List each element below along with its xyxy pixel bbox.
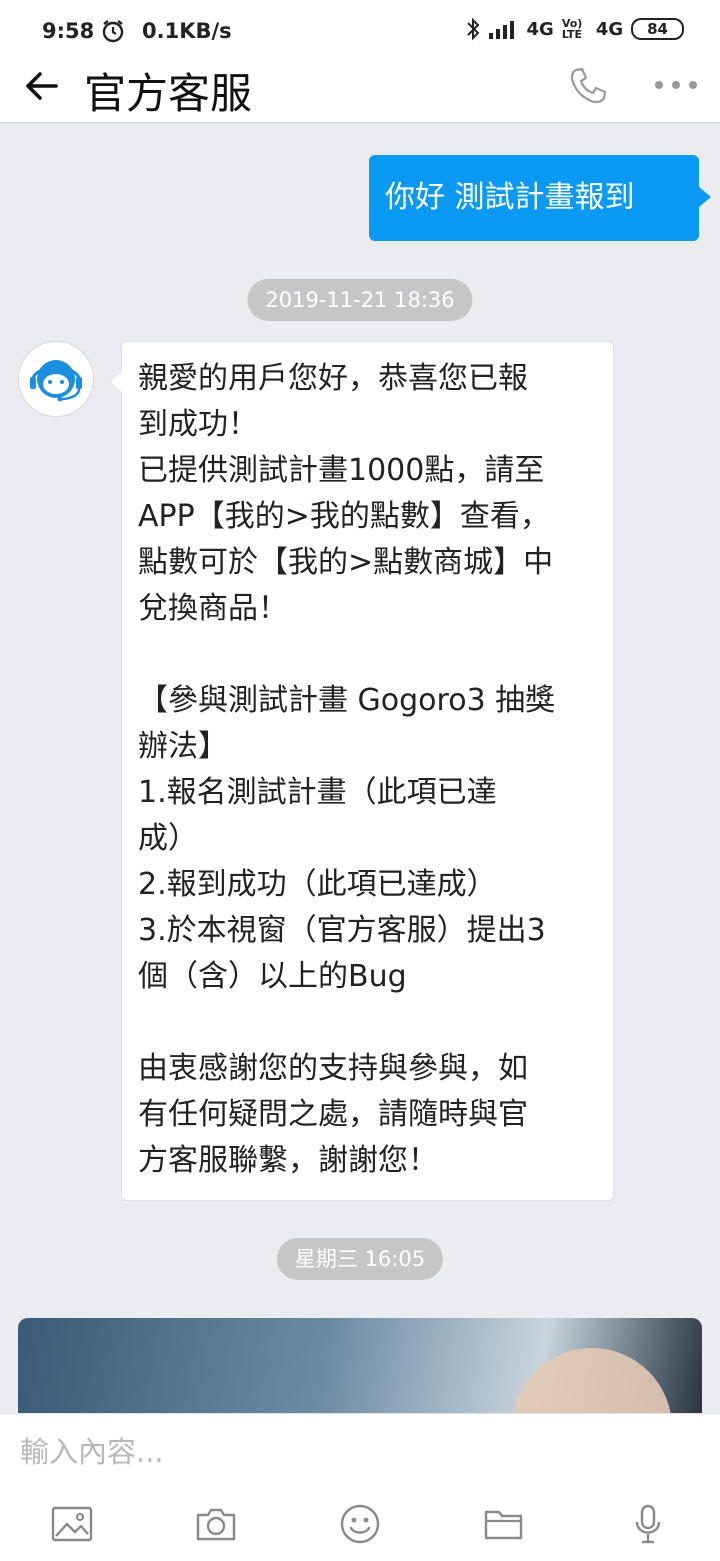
message-line: 到成功！	[138, 407, 258, 442]
timestamp-pill: 2019-11-21 18:36	[247, 279, 473, 321]
signal-bars-icon	[488, 21, 514, 39]
message-line: 方客服聯繫，謝謝您！	[138, 1143, 438, 1178]
message-line: 成）	[138, 821, 198, 856]
outgoing-message-bubble[interactable]: 你好 測試計畫報到	[369, 155, 711, 241]
bluetooth-icon	[466, 17, 479, 41]
message-line: 點數可於【我的>點數商城】中	[138, 545, 554, 580]
volte-label: Vo) LTE	[561, 17, 583, 41]
emoji-icon[interactable]	[338, 1502, 382, 1546]
signal-4g-1: 4G	[526, 18, 554, 40]
status-time: 9:58	[42, 19, 95, 43]
message-line: 個（含）以上的Bug	[138, 959, 407, 994]
input-bar	[0, 1413, 720, 1561]
message-line: 1.報名測試計畫（此項已達	[138, 775, 497, 810]
input-toolbar	[0, 1502, 720, 1546]
battery-indicator: 84	[631, 18, 684, 40]
page-title: 官方客服	[84, 69, 253, 118]
message-line: 由衷感謝您的支持與參與，如	[138, 1051, 528, 1086]
camera-icon[interactable]	[194, 1502, 238, 1546]
message-line: APP【我的>我的點數】查看，	[138, 499, 550, 534]
avatar[interactable]	[18, 341, 94, 417]
bubble-tail	[699, 187, 711, 207]
timestamp-pill: 星期三 16:05	[276, 1238, 444, 1280]
signal-4g-2: 4G	[595, 18, 624, 40]
message-line: 親愛的用戶您好，恭喜您已報	[138, 361, 528, 396]
arrow-left-icon[interactable]	[22, 64, 62, 108]
image-message[interactable]	[18, 1318, 702, 1413]
message-line	[138, 632, 599, 678]
message-line	[138, 1000, 599, 1046]
outgoing-message-text: 你好 測試計畫報到	[385, 180, 635, 215]
message-line: 3.於本視窗（官方客服）提出3	[138, 913, 546, 948]
message-input[interactable]	[18, 1430, 702, 1474]
message-line: 【參與測試計畫 Gogoro3 抽獎	[138, 683, 556, 718]
microphone-icon[interactable]	[626, 1502, 670, 1546]
message-line: 有任何疑問之處，請隨時與官	[138, 1097, 528, 1132]
customer-service-icon	[30, 360, 82, 402]
more-dots-icon[interactable]	[654, 80, 698, 90]
network-speed: 0.1KB/s	[142, 19, 232, 43]
incoming-message-bubble[interactable]: 親愛的用戶您好，恭喜您已報 到成功！ 已提供測試計畫1000點，請至 APP【我…	[111, 341, 614, 1201]
message-line: 已提供測試計畫1000點，請至	[138, 453, 545, 488]
image-content	[512, 1348, 672, 1413]
message-line: 2.報到成功（此項已達成）	[138, 867, 497, 902]
chat-area[interactable]: 你好 測試計畫報到 2019-11-21 18:36 親愛的用戶您好，恭喜您已報…	[0, 123, 720, 1413]
status-bar: 9:58 0.1KB/s 4G Vo) LTE 4G 84	[0, 0, 720, 62]
bubble-tail	[111, 372, 122, 392]
status-icons: 4G Vo) LTE 4G 84	[465, 17, 684, 41]
alarm-icon	[102, 20, 124, 43]
folder-icon[interactable]	[482, 1502, 526, 1546]
chat-header: 官方客服	[0, 62, 720, 123]
phone-icon[interactable]	[566, 64, 610, 108]
message-line: 兌換商品！	[138, 591, 288, 626]
image-icon[interactable]	[50, 1502, 94, 1546]
message-line: 辦法】	[138, 729, 228, 764]
